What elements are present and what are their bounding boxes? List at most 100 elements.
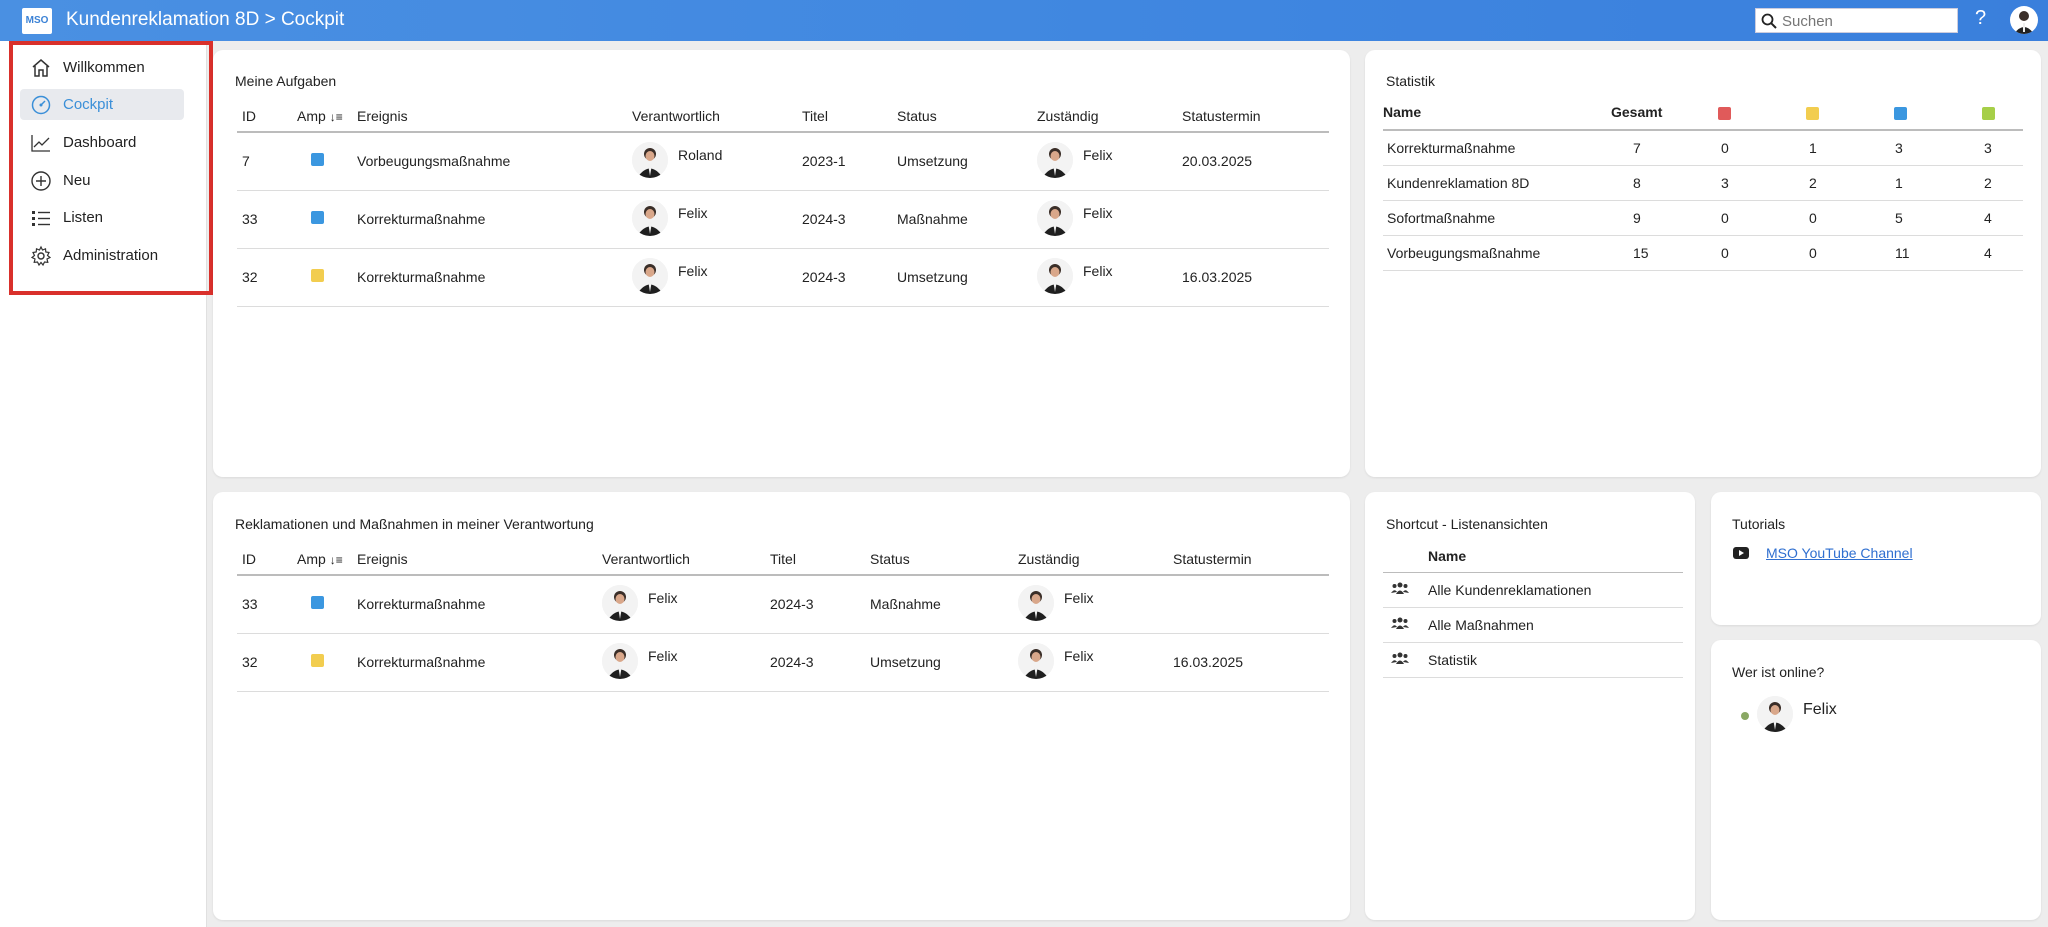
cell-status: Maßnahme xyxy=(870,575,1018,634)
stat-blue: 3 xyxy=(1894,130,1982,166)
sort-icon[interactable]: ↓≡ xyxy=(330,110,343,124)
col-zustaendig[interactable]: Zuständig xyxy=(1037,100,1182,133)
col-titel[interactable]: Titel xyxy=(770,543,870,576)
user-avatar[interactable] xyxy=(2010,6,2038,34)
stat-red: 0 xyxy=(1718,235,1806,271)
online-users-card: Wer ist online? Felix xyxy=(1711,640,2041,920)
person-chip[interactable]: Felix xyxy=(602,584,678,621)
cell-id: 33 xyxy=(237,575,297,634)
person-chip[interactable]: Felix xyxy=(1018,584,1094,621)
stat-total: 8 xyxy=(1611,165,1718,201)
col-ereignis[interactable]: Ereignis xyxy=(357,100,632,133)
person-chip[interactable]: Felix xyxy=(1037,257,1113,294)
col-id[interactable]: ID xyxy=(237,100,297,133)
person-chip[interactable]: Felix xyxy=(632,257,708,294)
cell-verantwortlich: Felix xyxy=(602,633,770,692)
cell-zustaendig: Felix xyxy=(1037,248,1182,307)
my-tasks-card: Meine Aufgaben ID Amp ↓≡ Ereignis Verant… xyxy=(213,50,1350,477)
yellow-status-square xyxy=(1806,106,1819,120)
avatar xyxy=(1757,696,1793,732)
avatar xyxy=(602,642,638,679)
cell-status: Umsetzung xyxy=(897,248,1037,307)
avatar xyxy=(632,257,668,294)
person-chip[interactable]: Felix xyxy=(1037,199,1113,236)
stat-total: 9 xyxy=(1611,200,1718,236)
col-status[interactable]: Status xyxy=(897,100,1037,133)
col-id[interactable]: ID xyxy=(237,543,297,576)
sidebar-item-listen[interactable]: Listen xyxy=(20,202,184,233)
table-row[interactable]: 32 Korrekturmaßnahme Felix 2024-3 Umsetzung F… xyxy=(237,633,1329,692)
cell-titel: 2024-3 xyxy=(802,190,897,249)
sidebar-item-willkommen[interactable]: Willkommen xyxy=(20,52,184,83)
sidebar-item-administration[interactable]: Administration xyxy=(20,240,184,271)
person-chip[interactable]: Felix xyxy=(1018,642,1094,679)
col-ereignis[interactable]: Ereignis xyxy=(357,543,602,576)
shortcut-row[interactable]: Alle Kundenreklamationen xyxy=(1383,572,1683,608)
table-row[interactable]: 33 Korrekturmaßnahme Felix 2024-3 Maßnahme Fe… xyxy=(237,575,1329,634)
green-status-square xyxy=(1982,106,1995,120)
tutorials-card: Tutorials MSO YouTube Channel xyxy=(1711,492,2041,625)
shortcut-row[interactable]: Statistik xyxy=(1383,642,1683,678)
help-button[interactable]: ? xyxy=(1975,7,1986,30)
search-input[interactable] xyxy=(1782,11,1952,31)
youtube-channel-link[interactable]: MSO YouTube Channel xyxy=(1766,545,1913,561)
stat-red: 0 xyxy=(1718,130,1806,166)
person-name: Felix xyxy=(678,204,708,221)
col-verantwortlich[interactable]: Verantwortlich xyxy=(632,100,802,133)
stat-col-yellow xyxy=(1806,95,1894,131)
sidebar-item-neu[interactable]: Neu xyxy=(20,165,184,196)
sidebar-item-label: Neu xyxy=(63,172,91,189)
cell-verantwortlich: Felix xyxy=(632,248,802,307)
table-row[interactable]: 7 Vorbeugungsmaßnahme Roland 2023-1 Umsetzun… xyxy=(237,132,1329,191)
shortcut-col-icon xyxy=(1383,540,1428,573)
person-chip[interactable]: Felix xyxy=(602,642,678,679)
cell-verantwortlich: Felix xyxy=(632,190,802,249)
list-icon xyxy=(32,211,50,226)
page-title: Kundenreklamation 8D > Cockpit xyxy=(66,9,345,30)
col-amp[interactable]: Amp ↓≡ xyxy=(297,543,357,576)
avatar xyxy=(1037,199,1073,236)
cell-amp xyxy=(297,575,357,634)
sidebar-item-dashboard[interactable]: Dashboard xyxy=(20,127,184,158)
table-row[interactable]: 33 Korrekturmaßnahme Felix 2024-3 Maßnahme Fe… xyxy=(237,190,1329,249)
stat-col-blue xyxy=(1894,95,1982,131)
avatar xyxy=(632,199,668,236)
cell-status: Umsetzung xyxy=(870,633,1018,692)
responsibility-table: ID Amp ↓≡ Ereignis Verantwortlich Titel … xyxy=(237,543,1329,692)
sidebar-item-cockpit[interactable]: Cockpit xyxy=(20,89,184,120)
stat-red: 0 xyxy=(1718,200,1806,236)
search-box[interactable] xyxy=(1755,8,1958,33)
col-status[interactable]: Status xyxy=(870,543,1018,576)
avatar xyxy=(1037,141,1073,178)
person-chip[interactable]: Roland xyxy=(632,141,722,178)
cell-status: Maßnahme xyxy=(897,190,1037,249)
cell-amp xyxy=(297,633,357,692)
red-status-square xyxy=(1718,106,1731,120)
shortcut-row[interactable]: Alle Maßnahmen xyxy=(1383,607,1683,643)
stat-col-red xyxy=(1718,95,1806,131)
col-zustaendig[interactable]: Zuständig xyxy=(1018,543,1173,576)
sort-icon[interactable]: ↓≡ xyxy=(330,553,343,567)
gauge-icon xyxy=(31,95,51,115)
online-user[interactable]: Felix xyxy=(1757,696,1837,732)
col-amp[interactable]: Amp ↓≡ xyxy=(297,100,357,133)
stat-total: 15 xyxy=(1611,235,1718,271)
col-statustermin[interactable]: Statustermin xyxy=(1173,543,1329,576)
col-titel[interactable]: Titel xyxy=(802,100,897,133)
cell-amp xyxy=(297,248,357,307)
app-logo[interactable]: MSO xyxy=(22,8,52,34)
table-row[interactable]: 32 Korrekturmaßnahme Felix 2024-3 Umsetzung F… xyxy=(237,248,1329,307)
cell-statustermin xyxy=(1182,190,1329,249)
stat-row: Kundenreklamation 8D 8 3 2 1 2 xyxy=(1383,165,2023,201)
col-statustermin[interactable]: Statustermin xyxy=(1182,100,1329,133)
stat-green: 4 xyxy=(1982,200,2023,236)
online-user-name: Felix xyxy=(1803,701,1837,718)
card-title: Meine Aufgaben xyxy=(235,73,337,89)
person-name: Felix xyxy=(1083,146,1113,163)
shortcut-col-name: Name xyxy=(1428,540,1683,573)
shortcut-icon-cell xyxy=(1383,607,1428,643)
person-chip[interactable]: Felix xyxy=(632,199,708,236)
person-chip[interactable]: Felix xyxy=(1037,141,1113,178)
col-verantwortlich[interactable]: Verantwortlich xyxy=(602,543,770,576)
stat-total: 7 xyxy=(1611,130,1718,166)
